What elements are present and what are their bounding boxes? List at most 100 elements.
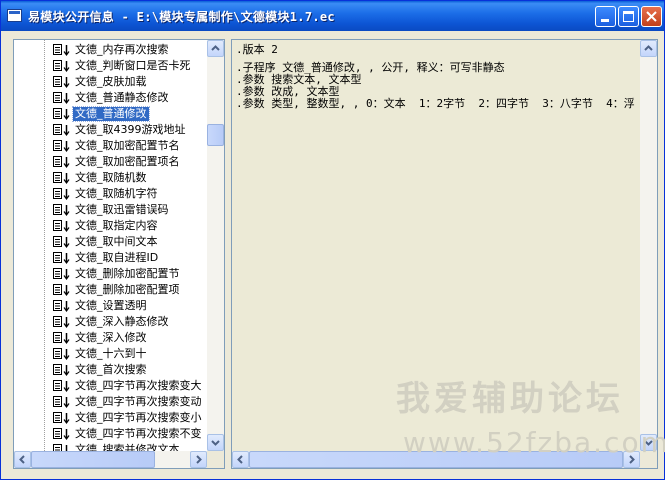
minimize-icon <box>601 19 609 22</box>
tree-connector-line <box>44 40 46 451</box>
method-icon <box>53 348 70 361</box>
symbol-tree[interactable]: 文德_内存再次搜索文德_判断窗口是否卡死 文德_皮肤加载 文德_普通静态修改 文德_普… <box>14 40 207 451</box>
tree-item[interactable]: 文德_深入修改 <box>52 330 149 346</box>
watermark-url: www.52fzba.com <box>403 426 665 459</box>
arrow-left-icon <box>237 455 243 464</box>
method-icon <box>52 107 72 121</box>
scroll-corner <box>207 451 224 468</box>
method-icon <box>53 172 70 185</box>
tree-item[interactable]: 文德_取迅雷错误码 <box>52 202 171 218</box>
tree-item[interactable]: 文德_四字节再次搜索变小 <box>52 410 204 426</box>
tree-item-label: 文德_普通静态修改 <box>75 91 169 104</box>
tree-item[interactable]: 文德_搜索并修改文本 <box>52 442 182 451</box>
tree-item[interactable]: 文德_四字节再次搜索不变 <box>52 426 204 442</box>
code-line: .版本 2 <box>236 43 278 56</box>
tree-item[interactable]: 文德_首次搜索 <box>52 362 149 378</box>
tree-item[interactable]: 文德_取中间文本 <box>52 234 160 250</box>
method-icon <box>53 60 70 73</box>
tree-item[interactable]: 文德_四字节再次搜索变动 <box>52 394 204 410</box>
method-icon <box>52 315 72 329</box>
tree-item[interactable]: 文德_普通静态修改 <box>52 90 171 106</box>
method-icon <box>52 139 72 153</box>
scroll-down-button[interactable] <box>207 434 224 451</box>
window-title: 易模块公开信息 - E:\模块专属制作\文德模块1.7.ec <box>28 10 335 24</box>
main-window: 易模块公开信息 - E:\模块专属制作\文德模块1.7.ec 文德_内存再次搜索… <box>0 0 665 480</box>
tree-item-label: 文德_取4399游戏地址 <box>75 123 186 136</box>
method-icon <box>53 284 70 297</box>
method-icon <box>53 156 70 169</box>
scroll-left-button[interactable] <box>232 451 249 468</box>
tree-item[interactable]: 文德_取加密配置节名 <box>52 138 182 154</box>
close-button[interactable] <box>641 6 662 27</box>
tree-item[interactable]: 文德_取自进程ID <box>52 250 160 266</box>
tree-item-label: 文德_取中间文本 <box>75 235 158 248</box>
tree-item-label: 文德_普通修改 <box>72 106 150 122</box>
method-icon <box>53 220 70 233</box>
tree-item-label: 文德_取迅雷错误码 <box>75 203 169 216</box>
scroll-up-button[interactable] <box>640 40 657 57</box>
code-vertical-scrollbar[interactable] <box>640 40 657 451</box>
maximize-button[interactable] <box>618 6 639 27</box>
method-icon <box>53 316 70 329</box>
tree-item-label: 文德_删除加密配置节 <box>75 267 180 280</box>
scroll-left-button[interactable] <box>14 451 31 468</box>
tree-item-label: 文德_深入静态修改 <box>75 315 169 328</box>
tree-item[interactable]: 文德_内存再次搜索 <box>52 42 171 58</box>
tree-item[interactable]: 文德_删除加密配置项 <box>52 282 182 298</box>
tree-item[interactable]: 文德_四字节再次搜索变大 <box>52 378 204 394</box>
scroll-thumb-horizontal[interactable] <box>31 451 155 468</box>
tree-item[interactable]: 文德_皮肤加载 <box>52 74 149 90</box>
tree-item-label: 文德_设置透明 <box>75 299 147 312</box>
method-icon <box>53 252 70 265</box>
method-icon <box>52 171 72 185</box>
tree-item[interactable]: 文德_普通修改 <box>52 106 150 122</box>
app-icon <box>7 9 22 22</box>
tree-item-label: 文德_首次搜索 <box>75 363 147 376</box>
method-icon <box>52 331 72 345</box>
method-icon <box>52 363 72 377</box>
method-icon <box>52 267 72 281</box>
method-icon <box>52 203 72 217</box>
arrow-up-icon <box>211 45 220 51</box>
method-icon <box>53 140 70 153</box>
method-icon <box>53 76 70 89</box>
method-icon <box>52 187 72 201</box>
title-bar[interactable]: 易模块公开信息 - E:\模块专属制作\文德模块1.7.ec <box>1 1 664 31</box>
tree-item-label: 文德_四字节再次搜索变动 <box>75 395 202 408</box>
tree-item-label: 文德_四字节再次搜索变大 <box>75 379 202 392</box>
symbol-tree-pane: 文德_内存再次搜索文德_判断窗口是否卡死 文德_皮肤加载 文德_普通静态修改 文德_普… <box>13 39 225 469</box>
tree-item-label: 文德_取随机数 <box>75 171 147 184</box>
method-icon <box>53 108 70 121</box>
tree-item[interactable]: 文德_取加密配置项名 <box>52 154 182 170</box>
method-icon <box>52 379 72 393</box>
code-view[interactable]: .版本 2 .子程序 文德_普通修改, , 公开, 释义：可写非静态 .参数 搜索… <box>236 44 635 110</box>
method-icon <box>52 75 72 89</box>
tree-item[interactable]: 文德_取指定内容 <box>52 218 160 234</box>
scroll-right-button[interactable] <box>190 451 207 468</box>
tree-horizontal-scrollbar[interactable] <box>14 451 207 468</box>
method-icon <box>53 236 70 249</box>
method-icon <box>53 300 70 313</box>
tree-item[interactable]: 文德_设置透明 <box>52 298 149 314</box>
tree-item-label: 文德_内存再次搜索 <box>75 43 169 56</box>
scroll-up-button[interactable] <box>207 40 224 57</box>
tree-item[interactable]: 文德_取随机字符 <box>52 186 160 202</box>
tree-item[interactable]: 文德_取4399游戏地址 <box>52 122 188 138</box>
tree-item-label: 文德_取自进程ID <box>75 251 159 264</box>
method-icon <box>53 188 70 201</box>
method-icon <box>53 204 70 217</box>
scroll-thumb[interactable] <box>207 124 224 146</box>
tree-item[interactable]: 文德_判断窗口是否卡死 <box>52 58 193 74</box>
method-icon <box>52 283 72 297</box>
method-icon <box>52 443 72 451</box>
tree-item[interactable]: 文德_深入静态修改 <box>52 314 171 330</box>
tree-item[interactable]: 文德_删除加密配置节 <box>52 266 182 282</box>
tree-item[interactable]: 文德_十六到十 <box>52 346 149 362</box>
method-icon <box>52 299 72 313</box>
method-icon <box>52 251 72 265</box>
arrow-up-icon <box>644 45 653 51</box>
code-line: .参数 类型, 整数型, , 0：文本 1：2字节 2：四字节 3：八字节 4：… <box>236 97 635 110</box>
minimize-button[interactable] <box>595 6 616 27</box>
tree-item[interactable]: 文德_取随机数 <box>52 170 149 186</box>
tree-vertical-scrollbar[interactable] <box>207 40 224 451</box>
